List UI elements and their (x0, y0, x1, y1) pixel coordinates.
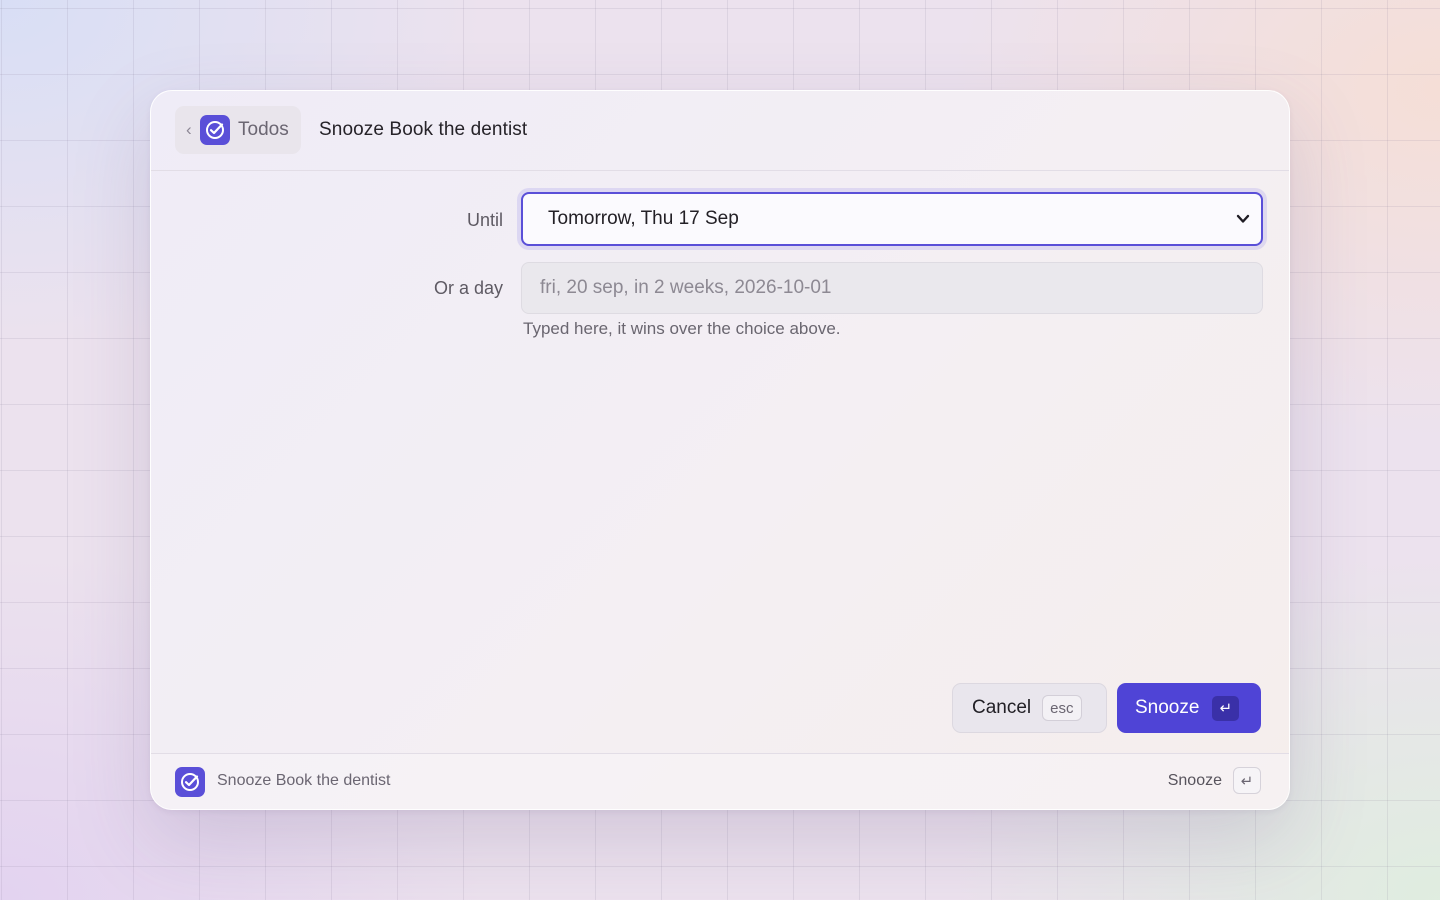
back-button[interactable]: ‹ Todos (175, 106, 301, 154)
until-label: Until (466, 210, 503, 230)
footer-snooze-action[interactable]: Snooze ↵ (1168, 767, 1261, 794)
enter-key-icon: ↵ (1212, 695, 1240, 721)
chevron-down-icon (1235, 209, 1251, 235)
footer-action-label: Snooze (1167, 771, 1222, 789)
todo-check-icon (175, 767, 205, 797)
until-select-value: Tomorrow, Thu 17 Sep (548, 208, 739, 229)
dialog-footer: Snooze Book the dentist Snooze ↵ (151, 753, 1289, 809)
dialog-header: ‹ Todos Snooze Book the dentist (151, 91, 1289, 171)
todo-check-icon (200, 115, 230, 145)
cancel-button-label: Cancel (972, 697, 1032, 718)
chevron-left-icon: ‹ (186, 120, 192, 139)
snooze-button[interactable]: Snooze ↵ (1117, 683, 1261, 733)
enter-key-icon: ↵ (1233, 767, 1261, 794)
esc-shortcut-badge: esc (1042, 695, 1082, 721)
snooze-dialog: ‹ Todos Snooze Book the dentist Until To… (150, 90, 1290, 810)
day-hint: Typed here, it wins over the choice abov… (523, 319, 841, 338)
day-input[interactable] (521, 262, 1263, 314)
cancel-button[interactable]: Cancel esc (952, 683, 1107, 733)
back-button-label: Todos (238, 119, 289, 140)
until-select[interactable]: Tomorrow, Thu 17 Sep (521, 192, 1263, 246)
snooze-button-label: Snooze (1135, 697, 1200, 718)
day-label: Or a day (433, 278, 503, 298)
footer-title: Snooze Book the dentist (217, 772, 391, 789)
page-title: Snooze Book the dentist (319, 119, 528, 140)
